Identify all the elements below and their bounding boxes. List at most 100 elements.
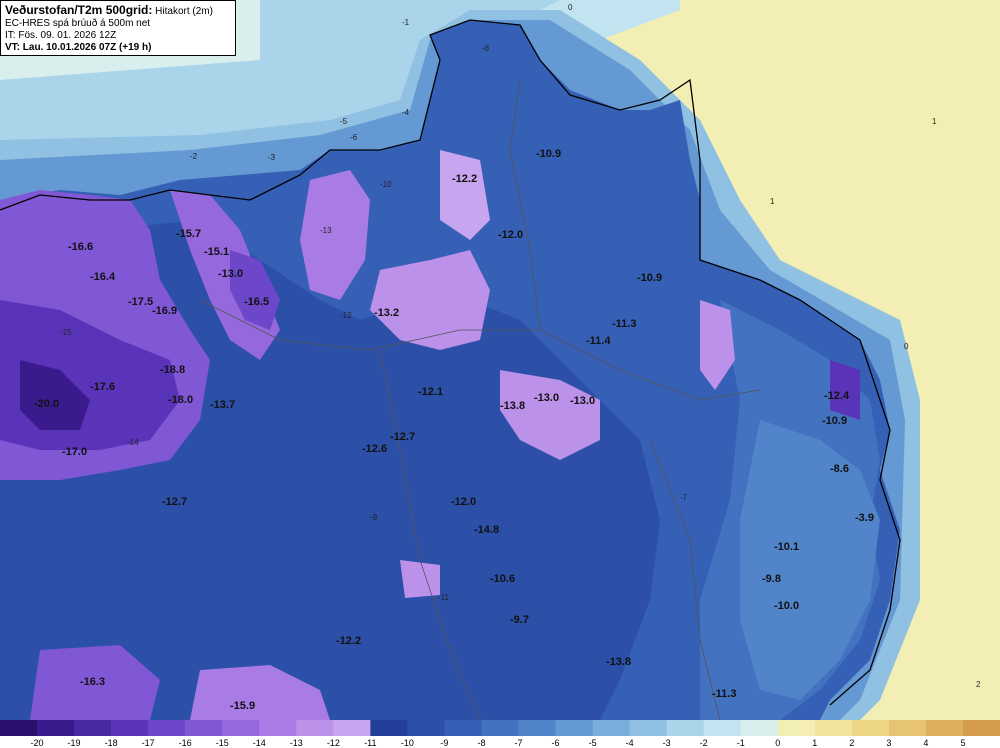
legend-tick-label: 4 — [923, 738, 928, 748]
map-label: -12.1 — [418, 386, 443, 398]
init-time: IT: Fös. 09. 01. 2026 12Z — [5, 30, 117, 41]
legend-tick-label: -6 — [552, 738, 560, 748]
map-label: -13.8 — [606, 656, 631, 668]
legend-swatch — [703, 720, 742, 736]
legend-tick-label: -2 — [700, 738, 708, 748]
contour-label: -5 — [340, 117, 348, 126]
map-label: -16.5 — [244, 296, 269, 308]
contour-label: -2 — [190, 152, 198, 161]
map-label: -9.7 — [510, 614, 529, 626]
legend-canvas: -20 -19 -18 -17 -16 -15 -14 -13 -12 -11 -10 -9 -8 -7-… — [0, 720, 1000, 748]
legend-tick-label: -8 — [477, 738, 485, 748]
temperature-map[interactable]: -16.6 -16.4 -17.5 -16.9 -17.6 -20.0 -18.… — [0, 0, 1000, 720]
contour-label: 2 — [976, 680, 981, 689]
legend-tick-label: -11 — [364, 738, 376, 748]
legend-swatch — [888, 720, 927, 736]
map-label: -10.6 — [490, 573, 515, 585]
legend-tick-label: -17 — [142, 738, 155, 748]
color-legend: -20 -19 -18 -17 -16 -15 -14 -13 -12 -11 -10 -9 -8 -7-… — [0, 720, 1000, 748]
legend-tick-label: -20 — [31, 738, 44, 748]
map-label: -12.7 — [390, 431, 415, 443]
model-info: EC-HRES spá brúuð á 500m net — [5, 18, 151, 29]
contour-label: 1 — [770, 197, 775, 206]
map-label: -13.0 — [534, 392, 559, 404]
legend-tick-label: -3 — [663, 738, 671, 748]
map-label: -10.9 — [822, 415, 847, 427]
map-label: -16.4 — [90, 271, 116, 283]
valid-time: VT: Lau. 10.01.2026 07Z (+19 h) — [5, 42, 152, 53]
legend-swatch — [518, 720, 557, 736]
contour-label: 0 — [568, 3, 573, 12]
legend-swatch — [37, 720, 75, 736]
legend-tick-label: 1 — [812, 738, 817, 748]
legend-swatch — [555, 720, 594, 736]
title-line: Veðurstofan/T2m 500grid: Hitakort (2m) — [5, 3, 231, 18]
legend-tick-label: -5 — [589, 738, 597, 748]
legend-tick-label: -7 — [515, 738, 523, 748]
map-label: -12.6 — [362, 443, 387, 455]
contour-label: -3 — [268, 153, 276, 162]
contour-label: -11 — [438, 593, 450, 602]
legend-swatch — [0, 720, 38, 736]
map-label: -14.8 — [474, 524, 499, 536]
contour-label: -12 — [340, 311, 352, 320]
legend-tick-label: 5 — [960, 738, 965, 748]
legend-swatch — [666, 720, 705, 736]
legend-tick-label: 0 — [775, 738, 780, 748]
map-label: -3.9 — [855, 512, 874, 524]
map-label: -11.3 — [612, 318, 636, 330]
legend-swatch — [481, 720, 520, 736]
interior-cold-4 — [400, 560, 440, 598]
legend-swatch — [777, 720, 816, 736]
map-label: -15.7 — [176, 228, 201, 240]
legend-swatch — [148, 720, 186, 736]
map-label: -13.0 — [218, 268, 243, 280]
map-label: -11.3 — [712, 688, 736, 700]
legend-tick-label: -19 — [68, 738, 81, 748]
legend-tick-label: -16 — [179, 738, 192, 748]
map-label: -16.6 — [68, 241, 93, 253]
legend-tick-label: -12 — [327, 738, 340, 748]
map-label: -18.0 — [168, 394, 193, 406]
legend-swatch — [333, 720, 371, 736]
contour-label: -7 — [680, 493, 688, 502]
contour-label: -14 — [127, 438, 139, 447]
legend-tick-label: -15 — [216, 738, 229, 748]
map-label: -10.9 — [536, 148, 561, 160]
legend-swatch — [740, 720, 779, 736]
map-label: -9.8 — [762, 573, 781, 585]
legend-swatch — [407, 720, 445, 736]
legend-tick-label: -10 — [401, 738, 414, 748]
legend-swatch — [592, 720, 631, 736]
legend-swatch — [259, 720, 297, 736]
contour-label: -10 — [380, 180, 392, 189]
map-header: Veðurstofan/T2m 500grid: Hitakort (2m) E… — [0, 0, 236, 56]
map-subtitle: Hitakort (2m) — [155, 6, 213, 17]
legend-tick-label: -18 — [105, 738, 118, 748]
legend-swatch — [111, 720, 149, 736]
map-label: -10.1 — [774, 541, 799, 553]
legend-swatch — [962, 720, 1000, 736]
legend-swatch — [814, 720, 853, 736]
map-label: -10.0 — [774, 600, 799, 612]
contour-label: -13 — [320, 226, 332, 235]
contour-label: 1 — [932, 117, 937, 126]
map-label: -16.3 — [80, 676, 105, 688]
map-label: -17.6 — [90, 381, 115, 393]
map-canvas: -16.6 -16.4 -17.5 -16.9 -17.6 -20.0 -18.… — [0, 0, 1000, 720]
map-label: -12.2 — [452, 173, 477, 185]
map-label: -15.9 — [230, 700, 255, 712]
contour-label: -9 — [370, 513, 378, 522]
contour-label: -8 — [482, 44, 490, 53]
map-label: -10.9 — [637, 272, 662, 284]
legend-swatch — [185, 720, 223, 736]
map-label: -17.5 — [128, 296, 153, 308]
map-title: Veðurstofan/T2m 500grid: — [5, 3, 153, 17]
map-label: -12.7 — [162, 496, 187, 508]
contour-label: -1 — [402, 18, 410, 27]
map-label: -18.8 — [160, 364, 185, 376]
map-label: -13.7 — [210, 399, 235, 411]
legend-tick-label: 2 — [849, 738, 854, 748]
map-label: -15.1 — [204, 246, 229, 258]
legend-tick-label: -13 — [290, 738, 303, 748]
